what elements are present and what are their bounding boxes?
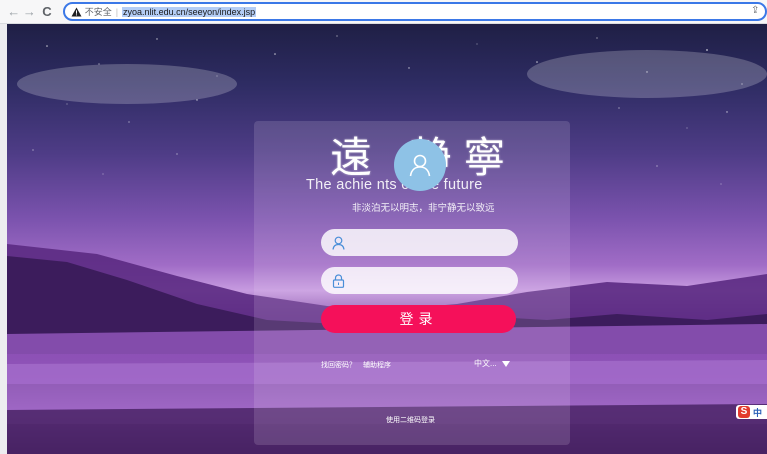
language-selector[interactable]: 中文...	[474, 358, 510, 369]
user-icon	[332, 236, 345, 250]
login-button[interactable]: 登录	[321, 305, 516, 333]
qr-login-link[interactable]: 使用二维码登录	[386, 415, 435, 425]
address-bar[interactable]: 不安全 | zyoa.nlit.edu.cn/seeyon/index.jsp	[62, 2, 767, 21]
ime-language-label: 中	[753, 407, 763, 418]
back-button[interactable]: ←	[6, 2, 22, 22]
insecure-label: 不安全	[84, 7, 112, 17]
forward-arrow-icon: →	[22, 4, 36, 19]
avatar	[394, 139, 446, 191]
reload-button[interactable]: C	[39, 2, 55, 22]
forward-button[interactable]: →	[22, 2, 38, 22]
reload-icon: C	[42, 4, 52, 19]
sogou-logo-icon: S	[738, 406, 750, 418]
lock-icon	[332, 273, 345, 288]
warning-icon	[71, 7, 82, 17]
password-input[interactable]	[353, 274, 513, 287]
username-field[interactable]	[321, 229, 518, 256]
back-arrow-icon: ←	[7, 4, 21, 19]
assist-program-link[interactable]: 辅助程序	[363, 360, 391, 370]
password-field[interactable]	[321, 267, 518, 294]
browser-toolbar: ← → C 不安全 | zyoa.nlit.edu.cn/seeyon/inde…	[0, 0, 767, 24]
tagline-chinese: 非淡泊无以明志，非宁静无以致远	[352, 203, 495, 214]
url-text[interactable]: zyoa.nlit.edu.cn/seeyon/index.jsp	[122, 6, 257, 17]
dropdown-arrow-icon	[501, 360, 510, 367]
forgot-password-link[interactable]: 找回密码？	[321, 360, 356, 370]
share-icon[interactable]: ⇪	[751, 5, 763, 17]
language-label: 中文...	[474, 359, 497, 368]
page-left-margin	[0, 24, 7, 454]
avatar-icon	[409, 154, 431, 177]
username-input[interactable]	[353, 236, 513, 249]
ime-toolbar[interactable]: S 中	[736, 405, 767, 419]
url-separator: |	[115, 6, 119, 17]
